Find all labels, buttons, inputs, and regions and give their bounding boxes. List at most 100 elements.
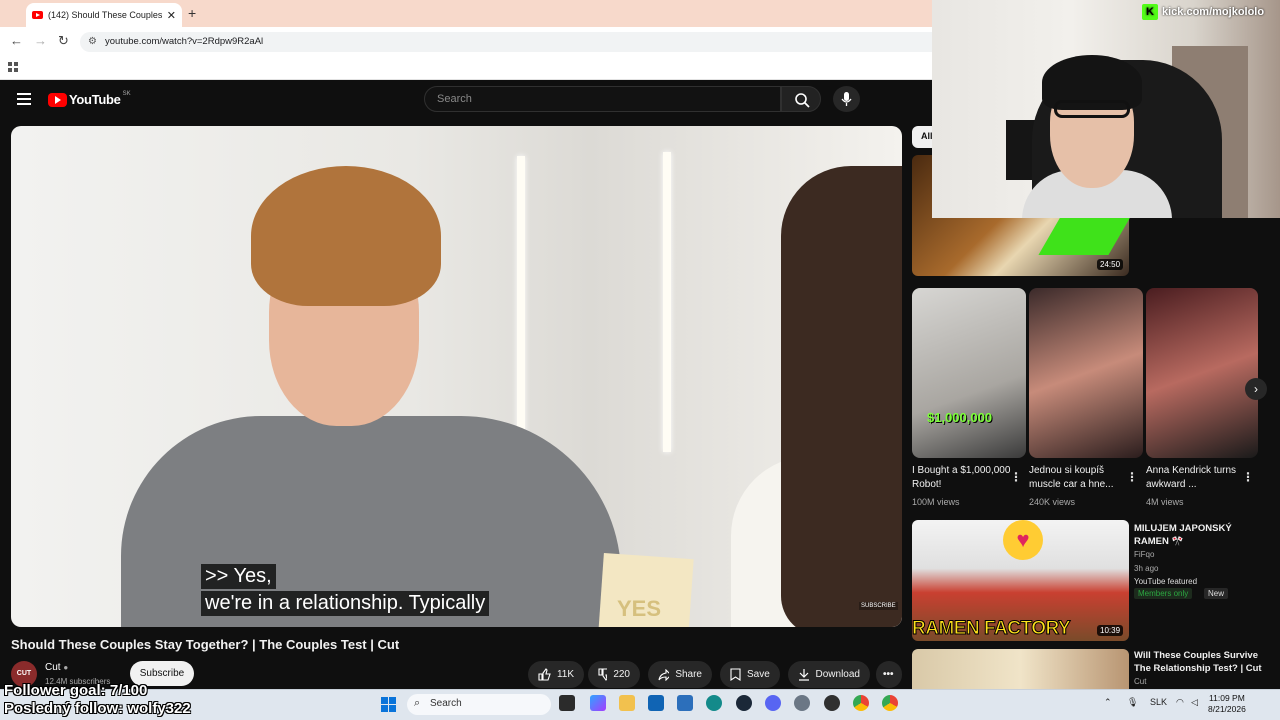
short-thumbnail[interactable] [1029, 288, 1143, 458]
obs-icon[interactable] [824, 695, 840, 711]
clock-date: 8/21/2026 [1208, 704, 1246, 714]
url-text: youtube.com/watch?v=2Rdpw9R2aAl [105, 36, 264, 47]
short-thumbnail-text: $1,000,000 [927, 410, 993, 425]
reload-icon[interactable]: ↻ [58, 33, 69, 49]
taskbar-clock[interactable]: 11:09 PM 8/21/2026 [1208, 693, 1246, 715]
heart-eyes-emoji-icon: ♥ [1003, 520, 1043, 560]
thumbnail-text: RAMEN FACTORY [911, 618, 1071, 640]
taskbar [0, 689, 1280, 720]
short-title[interactable]: I Bought a $1,000,000 Robot! [912, 464, 1012, 492]
share-button[interactable]: Share [648, 661, 712, 688]
kick-handle-text: kick.com/mojkololo [1162, 6, 1265, 18]
channel-name[interactable]: FiFqo [1134, 550, 1154, 559]
chip-all[interactable]: All [912, 126, 933, 148]
dislike-count: 220 [613, 669, 630, 680]
video-title-line: RAMEN 🎌 [1134, 536, 1184, 547]
steam-icon[interactable] [736, 695, 752, 711]
copilot-icon[interactable] [590, 695, 606, 711]
subscribe-watermark[interactable]: SUBSCRIBE [859, 602, 898, 610]
video-title[interactable]: Will These Couples Survive The Relations… [1134, 649, 1262, 675]
youtube-logo[interactable]: YouTube SK [48, 90, 131, 107]
video-title[interactable]: MILUJEM JAPONSKÝ RAMEN 🎌 [1134, 522, 1232, 548]
more-options-icon[interactable]: ⋮ [1126, 470, 1138, 484]
dislike-button[interactable]: 220 [588, 661, 640, 688]
file-explorer-icon[interactable] [619, 695, 635, 711]
video-frame-hair [251, 166, 441, 306]
short-views: 100M views [912, 497, 960, 507]
more-options-icon[interactable]: ⋮ [1010, 470, 1022, 484]
task-view-icon[interactable] [559, 695, 575, 711]
video-title-line: The Relationship Test? | Cut [1134, 663, 1262, 674]
kick-logo-icon: K [1142, 4, 1158, 20]
channel-name-text: Cut [45, 662, 61, 673]
share-label: Share [675, 669, 702, 680]
omnibox[interactable]: ⚙ youtube.com/watch?v=2Rdpw9R2aAl [80, 32, 980, 52]
app-icon[interactable] [677, 695, 693, 711]
follower-goal: Follower goal: 7/100 [4, 682, 148, 699]
taskbar-search-label: Search [430, 698, 462, 709]
card-text: YES [617, 596, 662, 621]
search-placeholder: Search [437, 93, 472, 105]
caption-line: >> Yes, [201, 564, 276, 589]
download-button[interactable]: Download [788, 661, 870, 688]
short-title[interactable]: Jednou si koupíš muscle car a hne... [1029, 464, 1129, 492]
channel-name[interactable]: Cut ● [45, 662, 68, 673]
settings-gear-icon[interactable] [794, 695, 810, 711]
short-thumbnail[interactable] [1146, 288, 1258, 458]
short-views: 4M views [1146, 497, 1184, 507]
video-thumbnail[interactable] [912, 649, 1129, 694]
search-input[interactable]: Search [424, 86, 781, 112]
tab-title: (142) Should These Couples Sta [48, 10, 163, 20]
duration-badge: 10:39 [1097, 625, 1124, 636]
share-icon [658, 668, 670, 681]
verified-icon: ● [63, 663, 69, 672]
new-tab-icon[interactable]: + [188, 5, 196, 21]
discord-icon[interactable] [765, 695, 781, 711]
channel-name[interactable]: Cut [1134, 677, 1146, 686]
search-button[interactable] [781, 86, 821, 112]
menu-hamburger-icon[interactable] [17, 93, 31, 108]
save-button[interactable]: Save [720, 661, 780, 688]
short-views: 240K views [1029, 497, 1076, 507]
chrome-icon[interactable] [882, 695, 898, 711]
new-badge: New [1204, 588, 1229, 599]
shorts-next-arrow-icon[interactable]: › [1245, 378, 1267, 400]
tab-close-icon[interactable]: ✕ [167, 9, 176, 22]
wifi-icon[interactable]: ◠ [1176, 697, 1184, 708]
voice-search-button[interactable] [833, 86, 860, 112]
video-title: Should These Couples Stay Together? | Th… [11, 637, 400, 652]
browser-tab[interactable]: (142) Should These Couples Sta ✕ [26, 3, 182, 27]
video-title-line: MILUJEM JAPONSKÝ [1134, 523, 1232, 534]
video-player[interactable]: YES >> Yes, we're in a relationship. Typ… [11, 126, 902, 627]
microphone-tray-icon[interactable]: 🎙 [1127, 697, 1138, 708]
tray-expand-icon[interactable]: ⌃ [1104, 697, 1112, 708]
webcam-glasses [1054, 100, 1130, 118]
country-code: SK [122, 90, 131, 97]
screen: (142) Should These Couples Sta ✕ + ← → ↻… [0, 0, 1280, 720]
thumbs-up-icon [538, 668, 551, 681]
windows-start-icon[interactable] [381, 697, 396, 712]
volume-icon[interactable]: ◁ [1191, 697, 1198, 708]
like-button[interactable]: 11K [528, 661, 584, 688]
site-info-icon[interactable]: ⚙ [88, 36, 97, 47]
more-options-icon[interactable]: ⋮ [1242, 470, 1254, 484]
download-icon [799, 669, 809, 681]
chrome-icon[interactable] [853, 695, 869, 711]
kick-handle: K kick.com/mojkololo [1142, 3, 1264, 21]
store-icon[interactable] [648, 695, 664, 711]
short-title[interactable]: Anna Kendrick turns awkward ... [1146, 464, 1246, 492]
youtube-favicon-icon [32, 11, 43, 19]
more-actions-icon[interactable]: ••• [876, 661, 902, 688]
edge-icon[interactable] [706, 695, 722, 711]
input-language[interactable]: SLK [1150, 697, 1167, 707]
clock-time: 11:09 PM [1209, 693, 1245, 703]
forward-icon[interactable]: → [34, 33, 47, 48]
taskbar-search[interactable]: ⌕ Search [407, 694, 551, 715]
studio-light [517, 156, 525, 456]
apps-grid-icon[interactable] [8, 62, 18, 72]
short-thumbnail[interactable] [912, 288, 1026, 458]
thumbs-down-icon [598, 668, 608, 681]
members-only-badge: Members only [1134, 588, 1193, 599]
back-icon[interactable]: ← [10, 33, 23, 48]
bookmark-icon [730, 668, 741, 681]
